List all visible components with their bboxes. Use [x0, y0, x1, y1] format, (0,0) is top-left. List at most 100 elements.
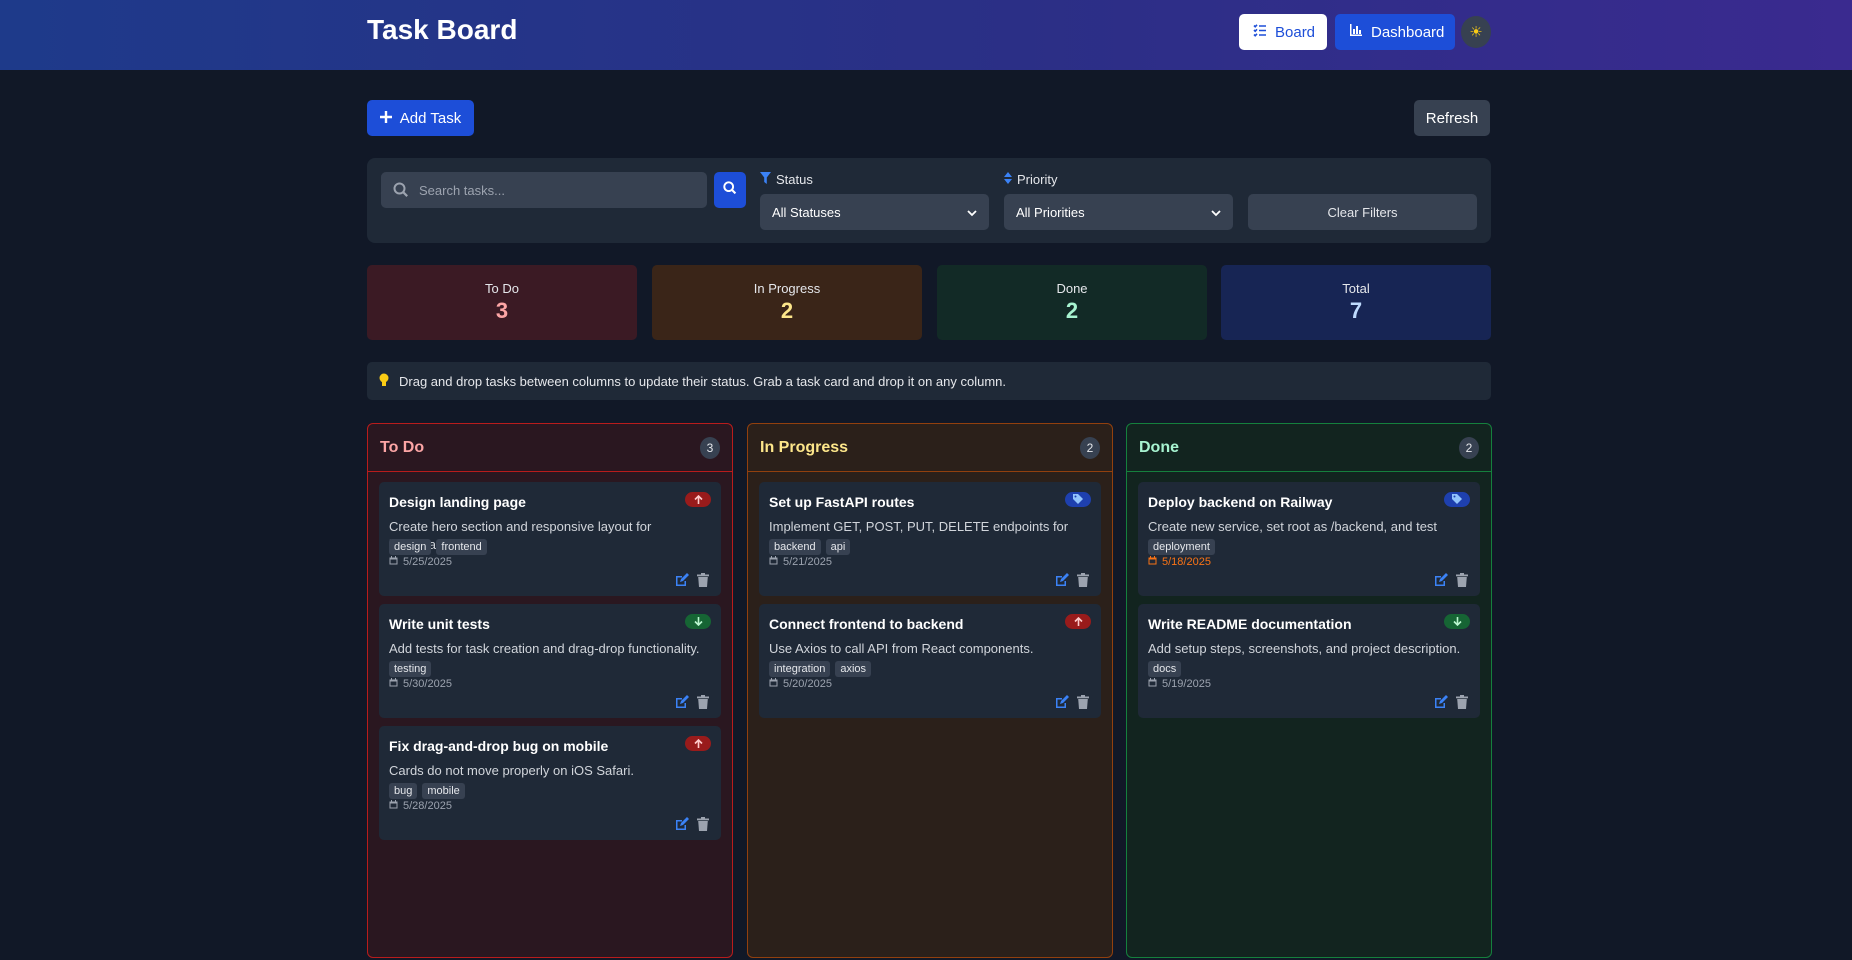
theme-toggle-button[interactable]: ☀ [1461, 16, 1491, 48]
clear-filters-button[interactable]: Clear Filters [1248, 194, 1477, 230]
task-tag: backend [769, 539, 821, 555]
stat-value: 2 [780, 298, 794, 323]
add-task-button[interactable]: Add Task [367, 100, 474, 136]
task-tag: api [825, 539, 851, 555]
drag-hint: Drag and drop tasks between columns to u… [367, 362, 1491, 400]
priority-filter-label: Priority [1004, 172, 1057, 187]
stat-card: Done 2 [937, 265, 1207, 340]
task-due-date-text: 5/19/2025 [1162, 678, 1211, 690]
nav-dashboard-button[interactable]: Dashboard [1335, 14, 1455, 50]
edit-icon[interactable] [675, 573, 689, 587]
priority-badge [1065, 492, 1091, 507]
priority-badge [1065, 614, 1091, 629]
board-column[interactable]: To Do 3 Design landing page Create hero sec… [367, 423, 733, 958]
task-card[interactable]: Write unit tests Add tests for task creat… [379, 604, 721, 718]
nav-board-button[interactable]: Board [1239, 14, 1327, 50]
calendar-icon [389, 800, 398, 812]
task-tags: design frontend [389, 539, 487, 555]
task-actions [1055, 695, 1091, 709]
calendar-icon [389, 678, 398, 690]
calendar-icon [769, 556, 778, 568]
list-check-icon [1253, 23, 1267, 41]
edit-icon[interactable] [1055, 573, 1069, 587]
task-tag: frontend [436, 539, 487, 555]
board-column[interactable]: In Progress 2 Set up FastAPI routes Impleme… [747, 423, 1113, 958]
priority-select-value: All Priorities [1016, 204, 1085, 220]
task-title: Design landing page [389, 494, 526, 510]
priority-badge [1444, 614, 1470, 629]
task-tags: testing [389, 661, 432, 677]
column-title: To Do [380, 438, 425, 456]
task-title: Write README documentation [1148, 616, 1352, 632]
stat-card: In Progress 2 [652, 265, 922, 340]
sort-icon [1004, 172, 1012, 187]
add-task-label: Add Task [399, 109, 462, 127]
search-button[interactable] [714, 172, 746, 208]
edit-icon[interactable] [1434, 695, 1448, 709]
task-due-date: 5/30/2025 [389, 678, 452, 690]
edit-icon[interactable] [1434, 573, 1448, 587]
stat-label: In Progress [753, 281, 821, 296]
trash-icon[interactable] [1077, 573, 1091, 587]
task-card[interactable]: Set up FastAPI routes Implement GET, POST… [759, 482, 1101, 596]
search-input[interactable] [419, 182, 699, 198]
trash-icon[interactable] [1456, 695, 1470, 709]
task-card[interactable]: Fix drag-and-drop bug on mobile Cards do … [379, 726, 721, 840]
trash-icon[interactable] [1456, 573, 1470, 587]
stat-label: To Do [485, 281, 519, 296]
task-card[interactable]: Deploy backend on Railway Create new serv… [1138, 482, 1480, 596]
board-column[interactable]: Done 2 Deploy backend on Railway Create new… [1126, 423, 1492, 958]
nav-dashboard-label: Dashboard [1371, 23, 1445, 41]
trash-icon[interactable] [697, 817, 711, 831]
calendar-icon [1148, 678, 1157, 690]
task-description: Add tests for task creation and drag-dro… [389, 641, 700, 656]
calendar-icon [389, 556, 398, 568]
arrow-up-icon [1073, 613, 1083, 631]
refresh-button[interactable]: Refresh [1414, 100, 1490, 136]
task-tag: integration [769, 661, 831, 677]
task-due-date: 5/21/2025 [769, 556, 832, 568]
task-title: Set up FastAPI routes [769, 494, 915, 510]
stat-card: To Do 3 [367, 265, 637, 340]
task-actions [675, 695, 711, 709]
calendar-icon [769, 678, 778, 690]
task-actions [1055, 573, 1091, 587]
task-tags: backend api [769, 539, 851, 555]
arrow-down-icon [693, 613, 703, 631]
chevron-down-icon [1211, 205, 1221, 220]
task-due-date-text: 5/30/2025 [403, 678, 452, 690]
tag-icon [1452, 491, 1462, 509]
tag-icon [1073, 491, 1083, 509]
arrow-up-icon [693, 491, 703, 509]
task-card[interactable]: Write README documentation Add setup step… [1138, 604, 1480, 718]
trash-icon[interactable] [1077, 695, 1091, 709]
task-tag: deployment [1148, 539, 1215, 555]
column-title: In Progress [760, 438, 849, 456]
priority-badge [685, 492, 711, 507]
task-due-date-text: 5/28/2025 [403, 800, 452, 812]
stat-card: Total 7 [1221, 265, 1491, 340]
drag-hint-text: Drag and drop tasks between columns to u… [399, 373, 1007, 389]
task-card[interactable]: Connect frontend to backend Use Axios to … [759, 604, 1101, 718]
column-header: Done 2 [1127, 424, 1491, 472]
priority-badge [1444, 492, 1470, 507]
priority-select[interactable]: All Priorities [1004, 194, 1233, 230]
task-due-date-text: 5/20/2025 [783, 678, 832, 690]
trash-icon[interactable] [697, 695, 711, 709]
arrow-down-icon [1452, 613, 1462, 631]
priority-badge [685, 736, 711, 751]
task-card[interactable]: Design landing page Create hero section a… [379, 482, 721, 596]
column-count-badge: 2 [1080, 436, 1100, 459]
task-tags: docs [1148, 661, 1182, 677]
edit-icon[interactable] [1055, 695, 1069, 709]
arrow-up-icon [693, 735, 703, 753]
task-title: Connect frontend to backend [769, 616, 964, 632]
status-filter-label: Status [760, 172, 813, 187]
edit-icon[interactable] [675, 695, 689, 709]
edit-icon[interactable] [675, 817, 689, 831]
column-header: In Progress 2 [748, 424, 1112, 472]
task-title: Write unit tests [389, 616, 490, 632]
trash-icon[interactable] [697, 573, 711, 587]
status-select[interactable]: All Statuses [760, 194, 989, 230]
task-due-date: 5/19/2025 [1148, 678, 1211, 690]
